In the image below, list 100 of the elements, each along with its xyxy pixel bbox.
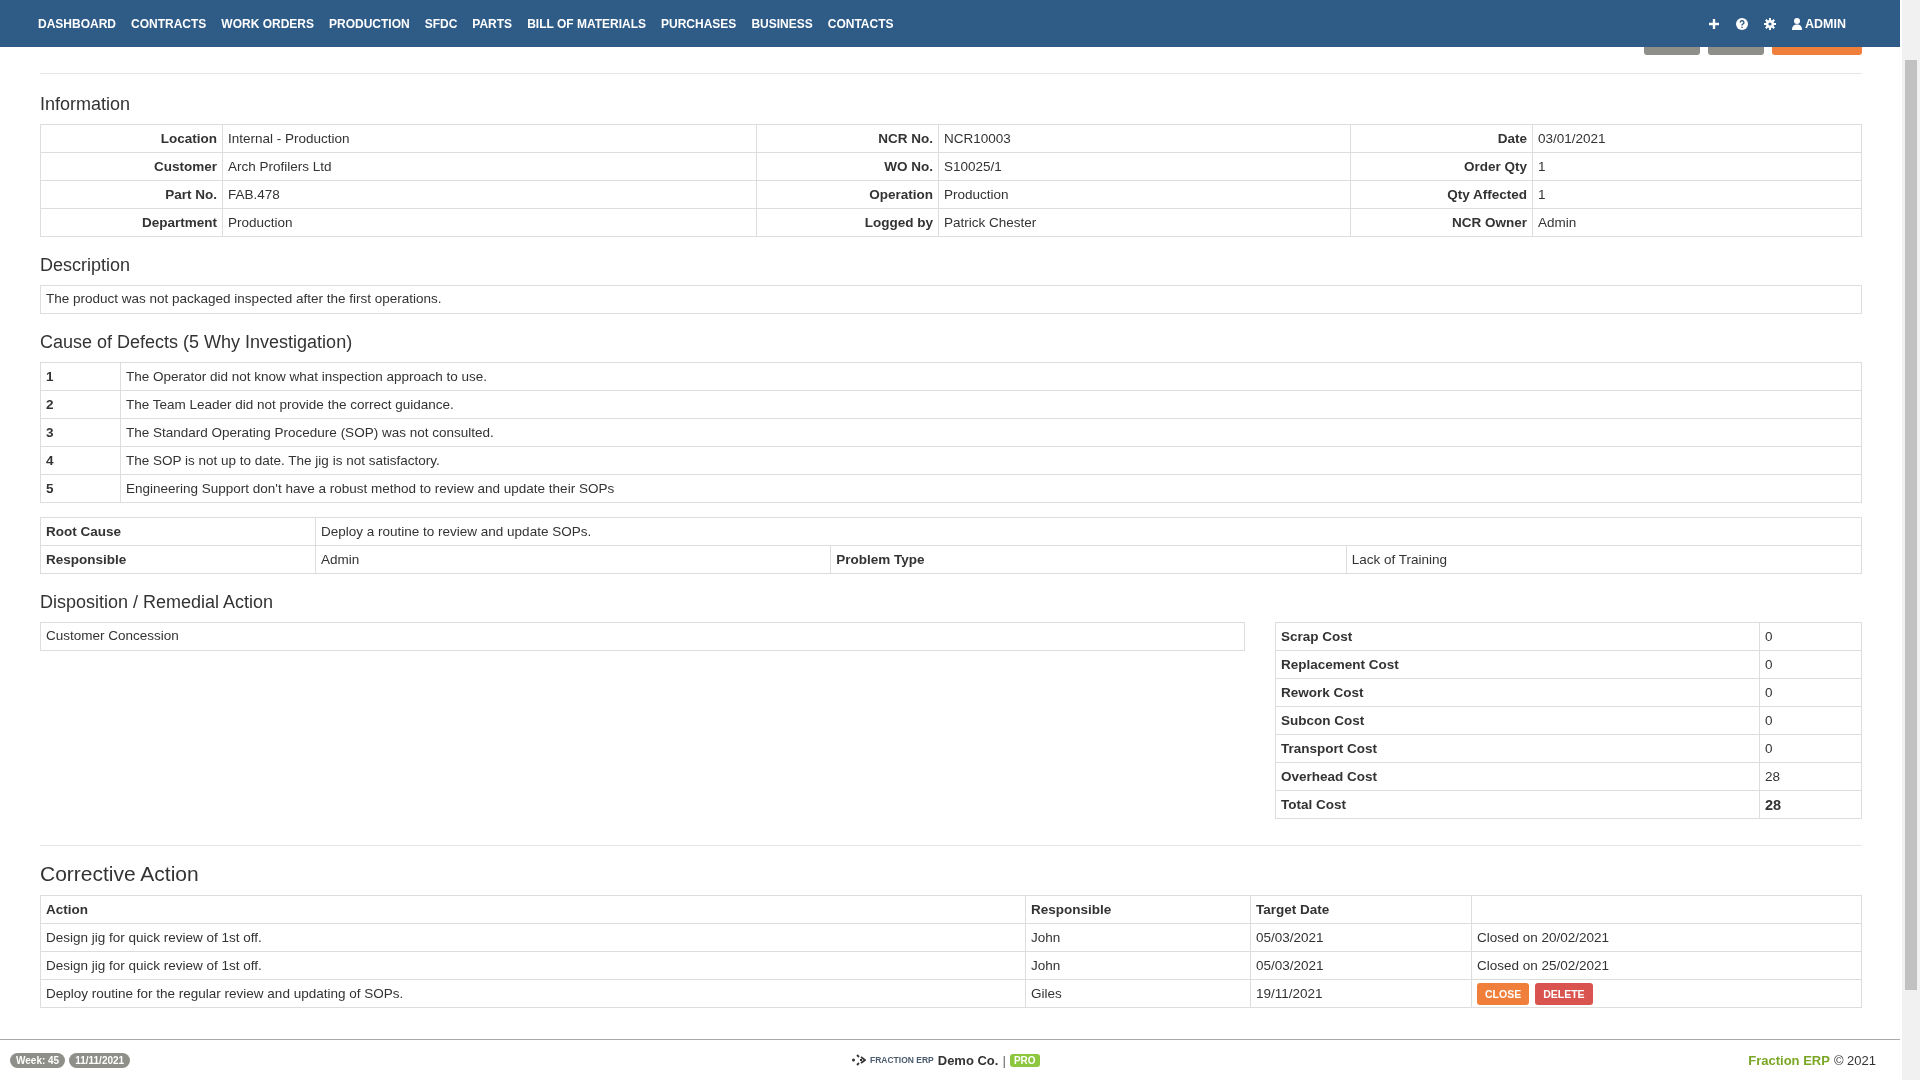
nav-link[interactable]: SFDC [424, 16, 458, 31]
table-cell: 05/03/2021 [1250, 951, 1472, 980]
cost-value: 0 [1759, 734, 1862, 763]
cost-label: Rework Cost [1275, 678, 1760, 707]
why-text: The Team Leader did not provide the correct guidance. [120, 390, 1862, 419]
cost-label: Total Cost [1275, 790, 1760, 819]
field-label: Department [40, 208, 223, 237]
nav-link[interactable]: WORK ORDERS [221, 16, 314, 31]
nav-link[interactable]: PRODUCTION [329, 16, 410, 31]
table-cell: Closed on 25/02/2021 [1471, 951, 1862, 980]
nav-link[interactable]: BUSINESS [751, 16, 813, 31]
table-cell: John [1025, 923, 1251, 952]
cost-label: Overhead Cost [1275, 762, 1760, 791]
why-number: 3 [40, 418, 121, 447]
field-value: Patrick Chester [938, 208, 1351, 237]
field-value: Internal - Production [222, 124, 757, 153]
table-cell: John [1025, 951, 1251, 980]
section-heading: Cause of Defects (5 Why Investigation) [40, 332, 354, 353]
copyright-text: © 2021 [1833, 1052, 1876, 1068]
field-label: Location [40, 124, 223, 153]
cost-value: 0 [1759, 650, 1862, 679]
add-icon[interactable] [1708, 17, 1721, 30]
field-label: Part No. [40, 180, 223, 209]
field-value: Deploy a routine to review and update SOPs. [315, 517, 1862, 546]
nav-link[interactable]: CONTACTS [827, 16, 894, 31]
scrollbar[interactable] [1902, 0, 1920, 1080]
date-badge: 11/11/2021 [69, 1052, 131, 1068]
section-heading: Corrective Action [40, 862, 200, 886]
why-text: The Standard Operating Procedure (SOP) was not consulted. [120, 418, 1862, 447]
field-label: NCR No. [756, 124, 939, 153]
field-value: Production [222, 208, 757, 237]
field-label: Responsible [40, 545, 316, 574]
field-value: S10025/1 [938, 152, 1351, 181]
nav-link[interactable]: PARTS [472, 16, 513, 31]
table-cell: Giles [1025, 979, 1251, 1008]
cost-value: 28 [1759, 762, 1862, 791]
column-header: Target Date [1250, 895, 1472, 924]
field-label: Qty Affected [1350, 180, 1533, 209]
field-label: NCR Owner [1350, 208, 1533, 237]
table-cell: 19/11/2021 [1250, 979, 1472, 1008]
why-number: 2 [40, 390, 121, 419]
field-value: 1 [1532, 152, 1862, 181]
section-heading: Description [40, 255, 132, 276]
table-cell: Design jig for quick review of 1st off. [40, 951, 1026, 980]
company-name: Demo Co. [937, 1052, 999, 1068]
toolbar-button[interactable] [1772, 47, 1862, 55]
why-text: Engineering Support don't have a robust method to review and update their SOPs [120, 474, 1862, 503]
user-menu[interactable]: ADMIN [1792, 16, 1846, 31]
table-cell: Deploy routine for the regular review and updating of SOPs. [40, 979, 1026, 1008]
field-value: Admin [315, 545, 831, 574]
cost-value: 0 [1759, 678, 1862, 707]
help-icon[interactable] [1736, 17, 1749, 30]
brand-name: FRACTION ERP [870, 1055, 934, 1065]
logo-icon [852, 1054, 866, 1066]
field-value: NCR10003 [938, 124, 1351, 153]
nav-link[interactable]: PURCHASES [661, 16, 737, 31]
field-label: Root Cause [40, 517, 316, 546]
table-cell: 05/03/2021 [1250, 923, 1472, 952]
table-cell: Closed on 20/02/2021 [1471, 923, 1862, 952]
column-header: Action [40, 895, 1026, 924]
cost-value: 0 [1759, 706, 1862, 735]
field-label: WO No. [756, 152, 939, 181]
field-value: 1 [1532, 180, 1862, 209]
section-heading: Disposition / Remedial Action [40, 592, 275, 613]
column-header: Responsible [1025, 895, 1251, 924]
field-label: Date [1350, 124, 1533, 153]
field-value: Production [938, 180, 1351, 209]
field-value: FAB.478 [222, 180, 757, 209]
toolbar-button[interactable] [1644, 47, 1700, 55]
nav-link[interactable]: DASHBOARD [38, 16, 116, 31]
toolbar-button[interactable] [1708, 47, 1764, 55]
user-icon [1792, 17, 1803, 30]
cost-label: Scrap Cost [1275, 622, 1760, 651]
description-text: The product was not packaged inspected after the first operations. [40, 285, 1862, 314]
disposition-text: Customer Concession [40, 622, 1245, 651]
product-name: Fraction ERP [1748, 1052, 1830, 1068]
why-number: 1 [40, 362, 121, 391]
separator-text: | [1002, 1052, 1006, 1068]
field-label: Problem Type [830, 545, 1347, 574]
nav-link[interactable]: CONTRACTS [131, 16, 207, 31]
cost-value: 0 [1759, 622, 1862, 651]
section-heading: Information [40, 94, 132, 115]
field-label: Customer [40, 152, 223, 181]
field-label: Order Qty [1350, 152, 1533, 181]
user-name: ADMIN [1805, 16, 1846, 31]
cost-label: Transport Cost [1275, 734, 1760, 763]
nav-link[interactable]: BILL OF MATERIALS [527, 16, 646, 31]
cost-value: 28 [1759, 790, 1862, 819]
field-label: Operation [756, 180, 939, 209]
why-text: The SOP is not up to date. The jig is not satisfactory. [120, 446, 1862, 475]
field-label: Logged by [756, 208, 939, 237]
settings-icon[interactable] [1764, 17, 1777, 30]
why-text: The Operator did not know what inspection approach to use. [120, 362, 1862, 391]
field-value: Admin [1532, 208, 1862, 237]
delete-button[interactable]: DELETE [1535, 982, 1593, 1005]
why-number: 4 [40, 446, 121, 475]
field-value: Lack of Training [1346, 545, 1862, 574]
week-badge: Week: 45 [10, 1052, 66, 1068]
field-value: Arch Profilers Ltd [222, 152, 757, 181]
table-cell: Design jig for quick review of 1st off. [40, 923, 1026, 952]
